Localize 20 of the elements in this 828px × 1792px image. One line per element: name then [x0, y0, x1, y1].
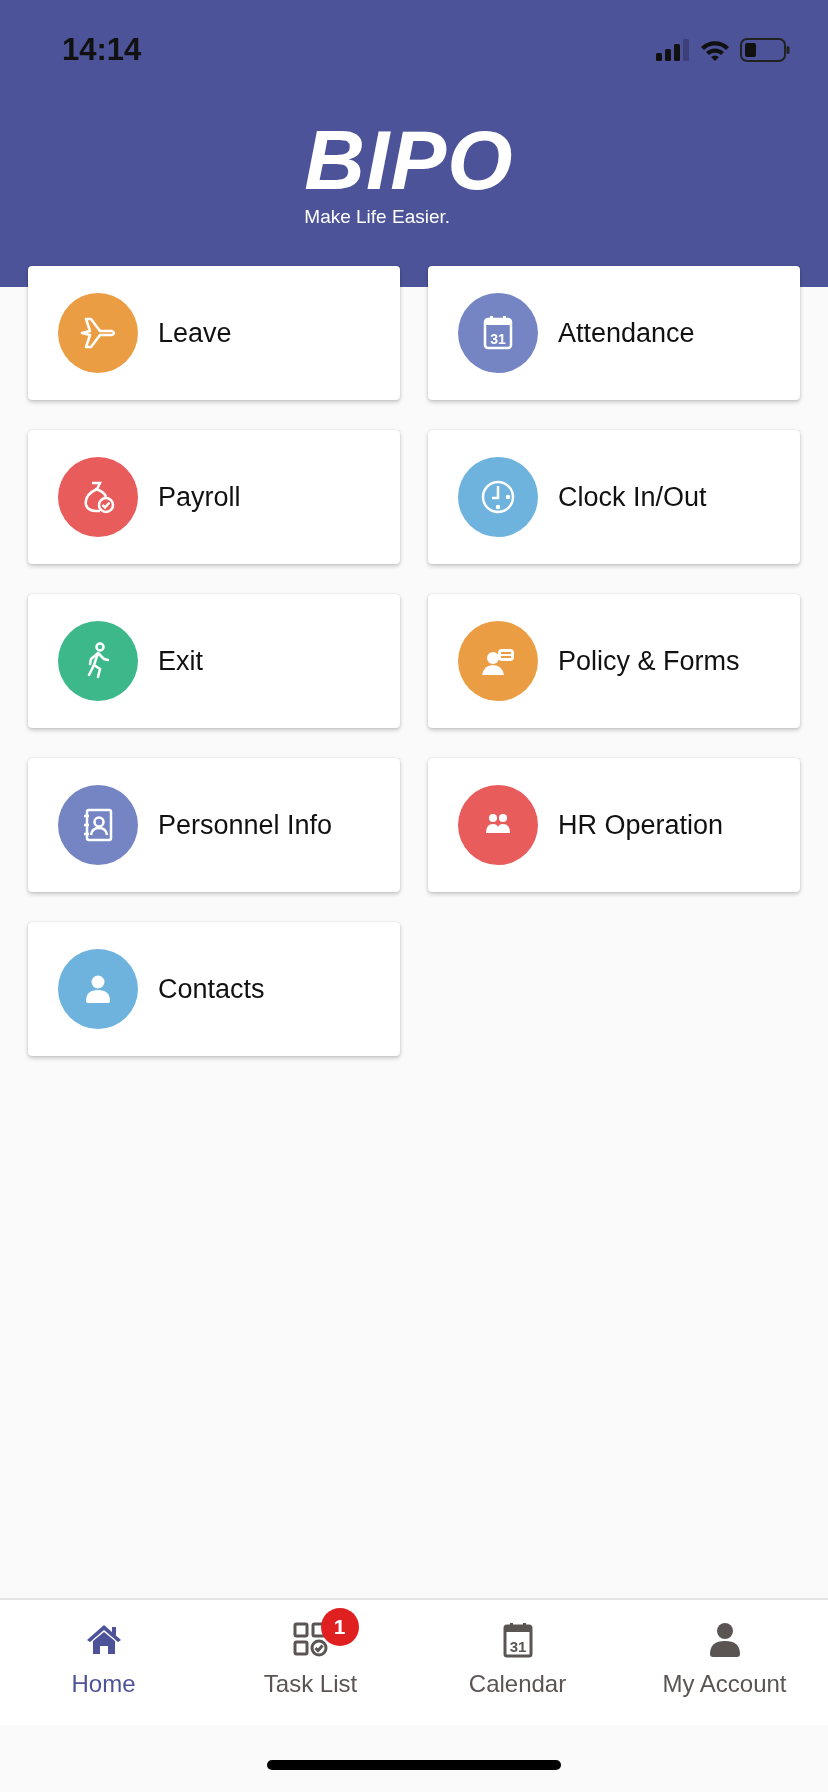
module-card[interactable]: Personnel Info: [28, 758, 400, 892]
notification-badge: 1: [320, 1608, 359, 1646]
tab[interactable]: 1 Task List: [207, 1600, 414, 1725]
module-card[interactable]: Payroll: [28, 430, 400, 564]
module-card[interactable]: Contacts: [28, 922, 400, 1056]
wifi-icon: [700, 39, 730, 61]
module-card[interactable]: 31 Attendance: [428, 266, 800, 400]
tab[interactable]: Home: [0, 1600, 207, 1725]
module-card[interactable]: Clock In/Out: [428, 430, 800, 564]
status-time: 14:14: [62, 32, 142, 68]
module-card[interactable]: Leave: [28, 266, 400, 400]
tab[interactable]: My Account: [621, 1600, 828, 1725]
tab[interactable]: 31 Calendar: [414, 1600, 621, 1725]
module-card[interactable]: HR Operation: [428, 758, 800, 892]
signal-icon: [656, 39, 690, 61]
battery-icon: [740, 38, 790, 62]
tagline: Make Life Easier.: [304, 206, 451, 228]
module-card[interactable]: Exit: [28, 594, 400, 728]
module-card[interactable]: Policy & Forms: [428, 594, 800, 728]
logo: BIPO: [304, 118, 514, 202]
